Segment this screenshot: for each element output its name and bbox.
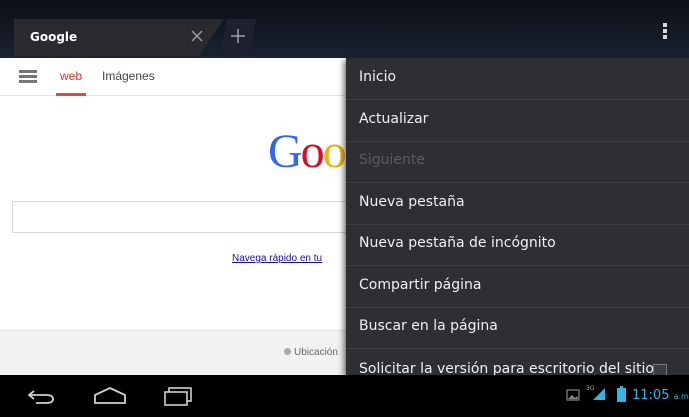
home-icon[interactable]: [93, 386, 127, 406]
system-bar: 3G 11:05 a.m: [0, 375, 689, 417]
tab-images[interactable]: Imágenes: [102, 69, 155, 83]
plus-icon: [231, 29, 245, 43]
close-tab-icon[interactable]: [190, 29, 206, 45]
battery-icon: [617, 386, 626, 402]
location-dot-icon: [284, 348, 291, 355]
menu-item-request-desktop-site[interactable]: Solicitar la versión para escritorio del…: [346, 350, 689, 375]
menu-item-new-incognito-tab[interactable]: Nueva pestaña de incógnito: [346, 224, 689, 266]
menu-item-find-in-page[interactable]: Buscar en la página: [346, 307, 689, 349]
signal-icon: [593, 388, 605, 400]
menu-item-refresh[interactable]: Actualizar: [346, 100, 689, 142]
browser-tab-strip: Google: [0, 0, 689, 58]
recent-apps-icon[interactable]: [163, 386, 193, 406]
clock: 11:05 a.m: [632, 388, 689, 403]
overflow-menu: Inicio Actualizar Siguiente Nueva pestañ…: [346, 58, 689, 375]
menu-item-new-tab[interactable]: Nueva pestaña: [346, 183, 689, 225]
overflow-dots-icon: [663, 23, 667, 27]
menu-icon[interactable]: [19, 70, 37, 84]
tab-title: Google: [30, 30, 78, 44]
menu-item-home[interactable]: Inicio: [346, 58, 689, 100]
location-label[interactable]: Ubicación: [284, 347, 354, 358]
tab-web[interactable]: web: [55, 69, 87, 96]
gallery-notification-icon: [566, 389, 580, 401]
menu-item-forward: Siguiente: [346, 141, 689, 183]
back-icon[interactable]: [26, 387, 56, 405]
overflow-menu-button[interactable]: [660, 22, 670, 42]
menu-item-share-page[interactable]: Compartir página: [346, 266, 689, 308]
desktop-site-checkbox[interactable]: [653, 364, 667, 375]
google-logo: Goo: [268, 125, 347, 178]
promo-link[interactable]: Navega rápido en tu: [232, 253, 348, 264]
search-input[interactable]: [12, 201, 357, 233]
new-tab-button[interactable]: [220, 19, 256, 56]
